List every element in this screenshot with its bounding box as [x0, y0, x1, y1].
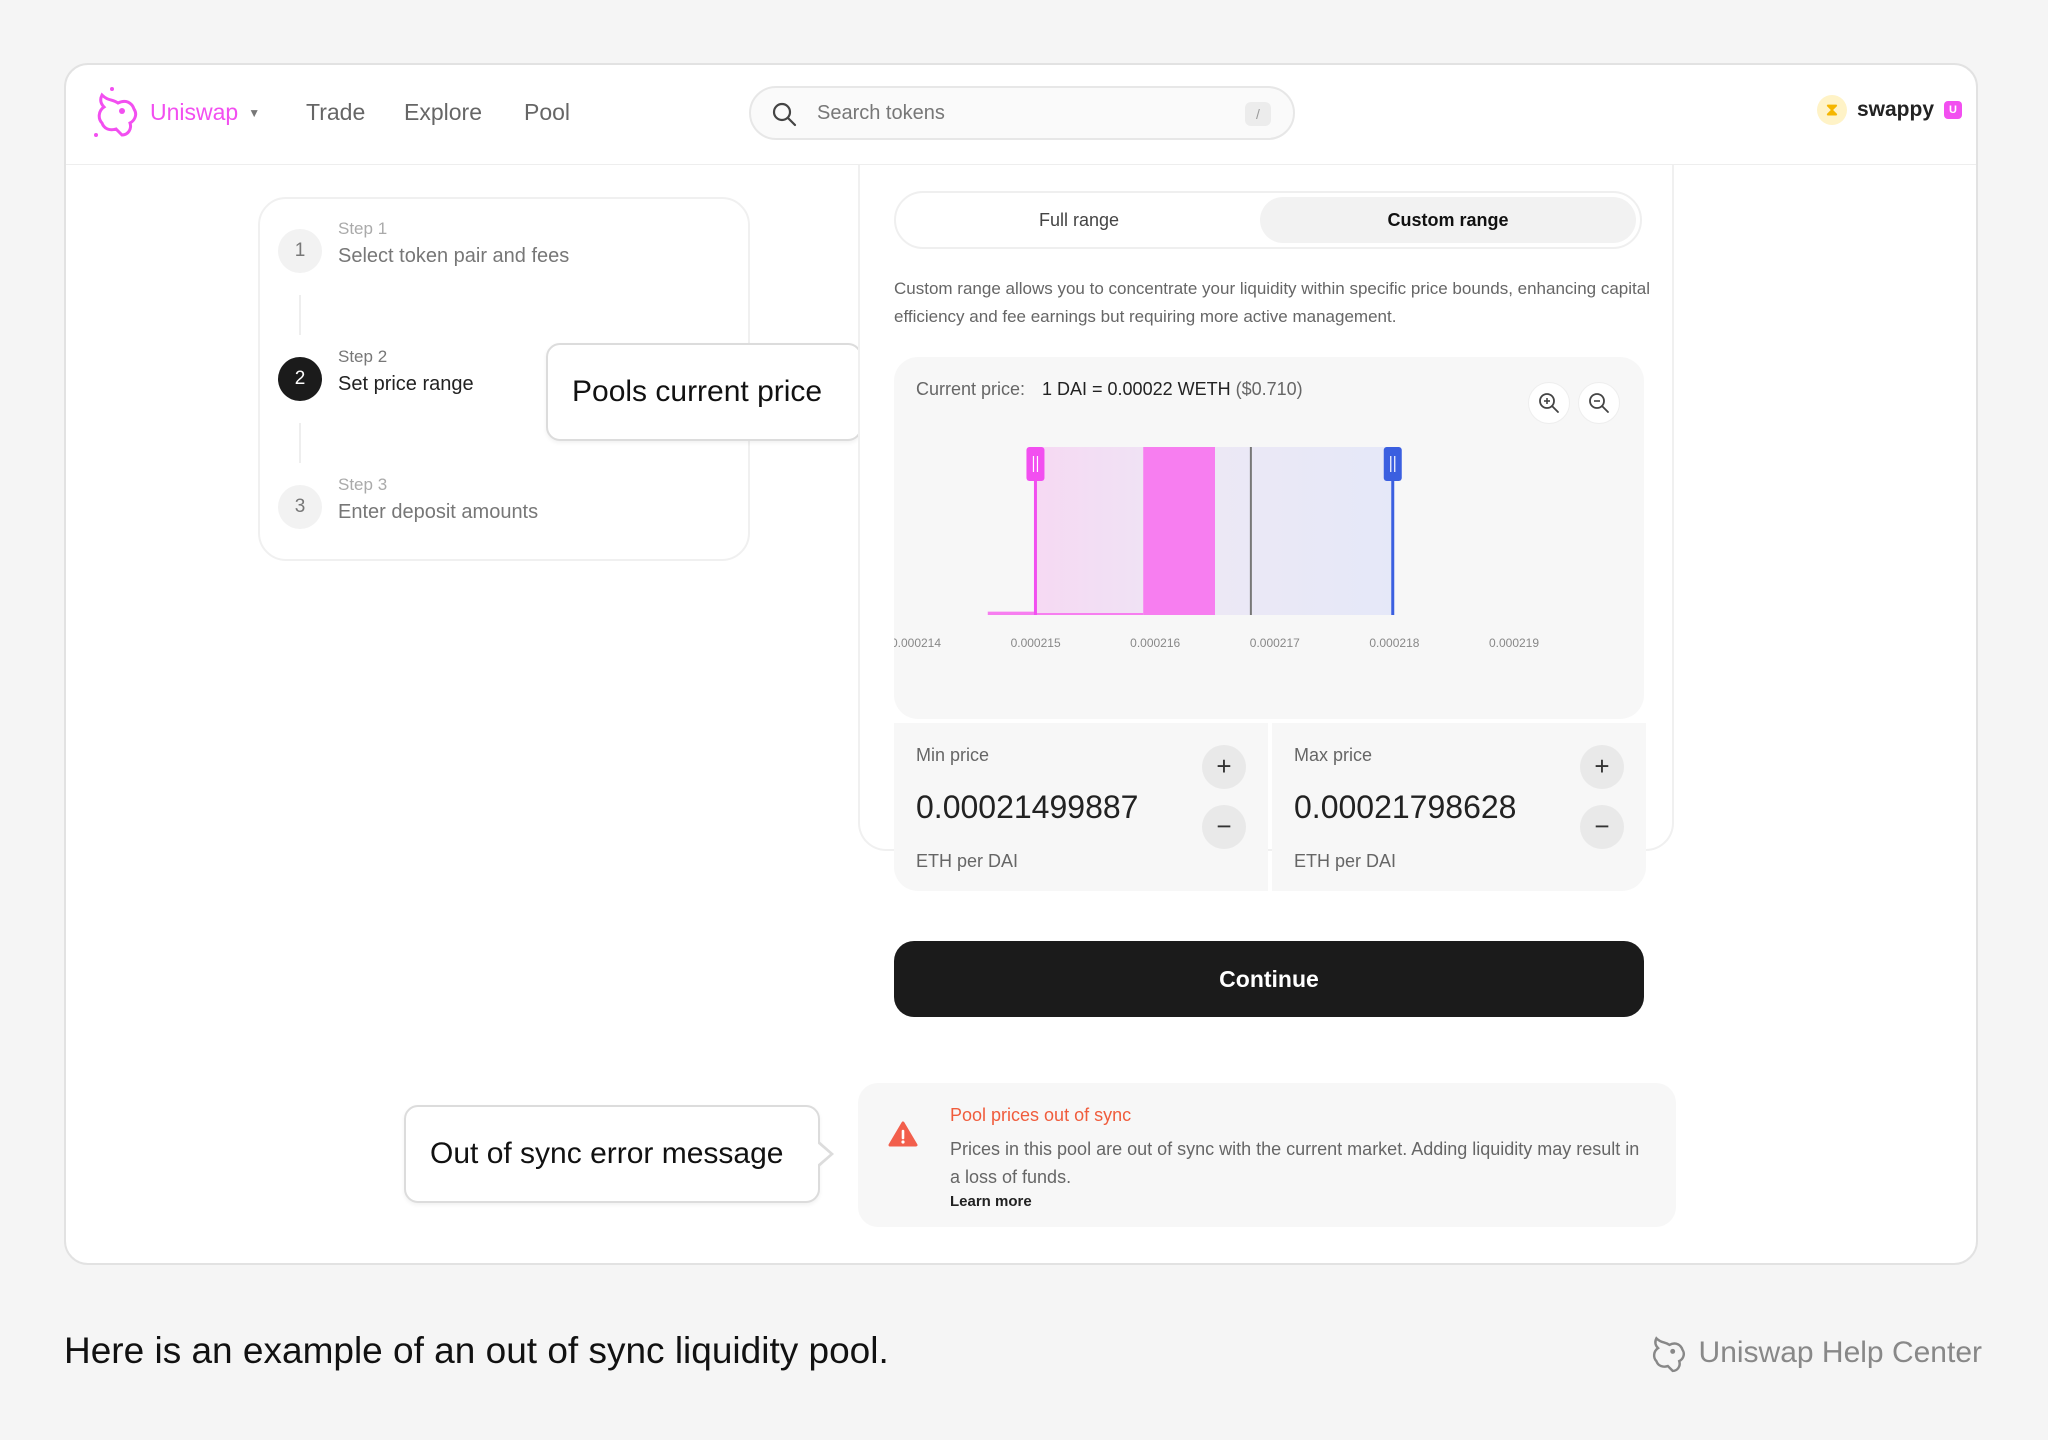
x-tick-label: 0.000216 [1130, 636, 1180, 650]
range-toggle: Full range Custom range [894, 191, 1642, 249]
zoom-in-button[interactable] [1528, 382, 1570, 424]
min-price-handle [1026, 447, 1045, 481]
step-kicker: Step 2 [338, 347, 388, 366]
min-price-label: Min price [916, 745, 990, 765]
x-tick-label: 0.000214 [894, 636, 941, 650]
search-placeholder: Search tokens [817, 102, 945, 124]
step-number: 1 [278, 229, 322, 273]
liquidity-chart: Current price: 1 DAI = 0.00022 WETH ($0.… [894, 357, 1644, 719]
alert-title: Pool prices out of sync [950, 1105, 1132, 1125]
callout-text: Pools current price [572, 375, 823, 408]
x-tick-label: 0.000217 [1250, 636, 1300, 650]
custom-range-tab[interactable]: Custom range [1260, 197, 1636, 243]
max-price-decrease-button[interactable]: − [1580, 805, 1624, 849]
step-kicker: Step 3 [338, 475, 388, 494]
top-nav: Uniswap ▼ Trade Explore Pool Search toke… [66, 65, 1976, 165]
step-connector [299, 295, 301, 335]
uniswap-logo-icon[interactable] [88, 85, 142, 141]
min-price-decrease-button[interactable]: − [1202, 805, 1246, 849]
help-center-brand: Uniswap Help Center [1645, 1330, 1982, 1376]
liquidity-bar [987, 611, 1036, 615]
step-number: 3 [278, 485, 322, 529]
zoom-out-icon [1589, 393, 1609, 413]
step-title: Select token pair and fees [338, 245, 570, 267]
range-description: Custom range allows you to concentrate y… [894, 279, 1650, 326]
max-price-card: Max price 0.00021798628 ETH per DAI + − [1272, 723, 1646, 891]
current-price-usd: ($0.710) [1235, 379, 1303, 399]
uniswap-logo-icon [1652, 1336, 1685, 1373]
continue-button[interactable]: Continue [894, 941, 1644, 1017]
current-price-label: Current price: [916, 379, 1026, 399]
max-price-label: Max price [1294, 745, 1373, 765]
liquidity-bar [1143, 447, 1215, 615]
max-price-increase-button[interactable]: + [1580, 745, 1624, 789]
nav-link-explore[interactable]: Explore [404, 99, 482, 126]
brand-menu[interactable]: Uniswap ▼ [150, 99, 260, 126]
x-tick-label: 0.000219 [1489, 636, 1539, 650]
liquidity-bar [1035, 613, 1144, 615]
callout-current-price: Pools current price [546, 343, 876, 441]
callout-text: Out of sync error message [430, 1137, 784, 1170]
help-center-label: Uniswap Help Center [1698, 1336, 1982, 1369]
unitag-badge-icon: U [1944, 101, 1962, 119]
search-icon [772, 102, 797, 127]
learn-more-link[interactable]: Learn more [950, 1193, 1032, 1210]
full-range-tab[interactable]: Full range [902, 197, 1256, 243]
x-tick-label: 0.000218 [1369, 636, 1419, 650]
min-price-increase-button[interactable]: + [1202, 745, 1246, 789]
caption: Here is an example of an out of sync liq… [64, 1330, 889, 1371]
price-range-panel: Full range Custom range Custom range all… [858, 165, 1674, 1017]
step-kicker: Step 1 [338, 219, 388, 238]
current-price-amount: 1 DAI = 0.00022 WETH [1042, 379, 1231, 399]
step-title: Enter deposit amounts [338, 501, 539, 523]
min-price-input[interactable]: 0.00021499887 [916, 789, 1138, 826]
step-number: 2 [278, 357, 322, 401]
search-input[interactable]: Search tokens / [749, 86, 1295, 140]
max-price-handle [1383, 447, 1402, 481]
callout-out-of-sync: Out of sync error message [404, 1105, 834, 1203]
avatar: ⧗ [1816, 95, 1847, 125]
nav-link-pool[interactable]: Pool [524, 99, 570, 126]
min-price-unit: ETH per DAI [916, 851, 1019, 871]
x-tick-label: 0.000215 [1011, 636, 1061, 650]
alert-body: Prices in this pool are out of sync with… [950, 1139, 1640, 1187]
max-price-unit: ETH per DAI [1294, 851, 1397, 871]
liquidity-chart-plot[interactable]: 0.000214 0.000215 0.000216 0.000217 0.000218… [894, 437, 1644, 717]
search-shortcut-key: / [1245, 102, 1271, 126]
account-button[interactable]: ⧗ swappy U [1816, 95, 1962, 125]
zoom-out-button[interactable] [1578, 382, 1620, 424]
current-price-value: 1 DAI = 0.00022 WETH ($0.710) [1042, 379, 1303, 400]
step-title: Set price range [338, 373, 474, 395]
step-connector [299, 423, 301, 463]
zoom-in-icon [1539, 393, 1559, 413]
min-price-card: Min price 0.00021499887 ETH per DAI + − [894, 723, 1268, 891]
max-price-input[interactable]: 0.00021798628 [1294, 789, 1516, 826]
chevron-down-icon: ▼ [248, 105, 261, 120]
warning-icon [888, 1121, 918, 1147]
out-of-sync-alert: Pool prices out of sync Prices in this p… [858, 1083, 1676, 1227]
app-frame: Uniswap ▼ Trade Explore Pool Search toke… [64, 63, 1978, 1265]
account-name: swappy [1856, 98, 1934, 121]
brand-name: Uniswap [150, 99, 239, 125]
nav-link-trade[interactable]: Trade [306, 99, 365, 126]
